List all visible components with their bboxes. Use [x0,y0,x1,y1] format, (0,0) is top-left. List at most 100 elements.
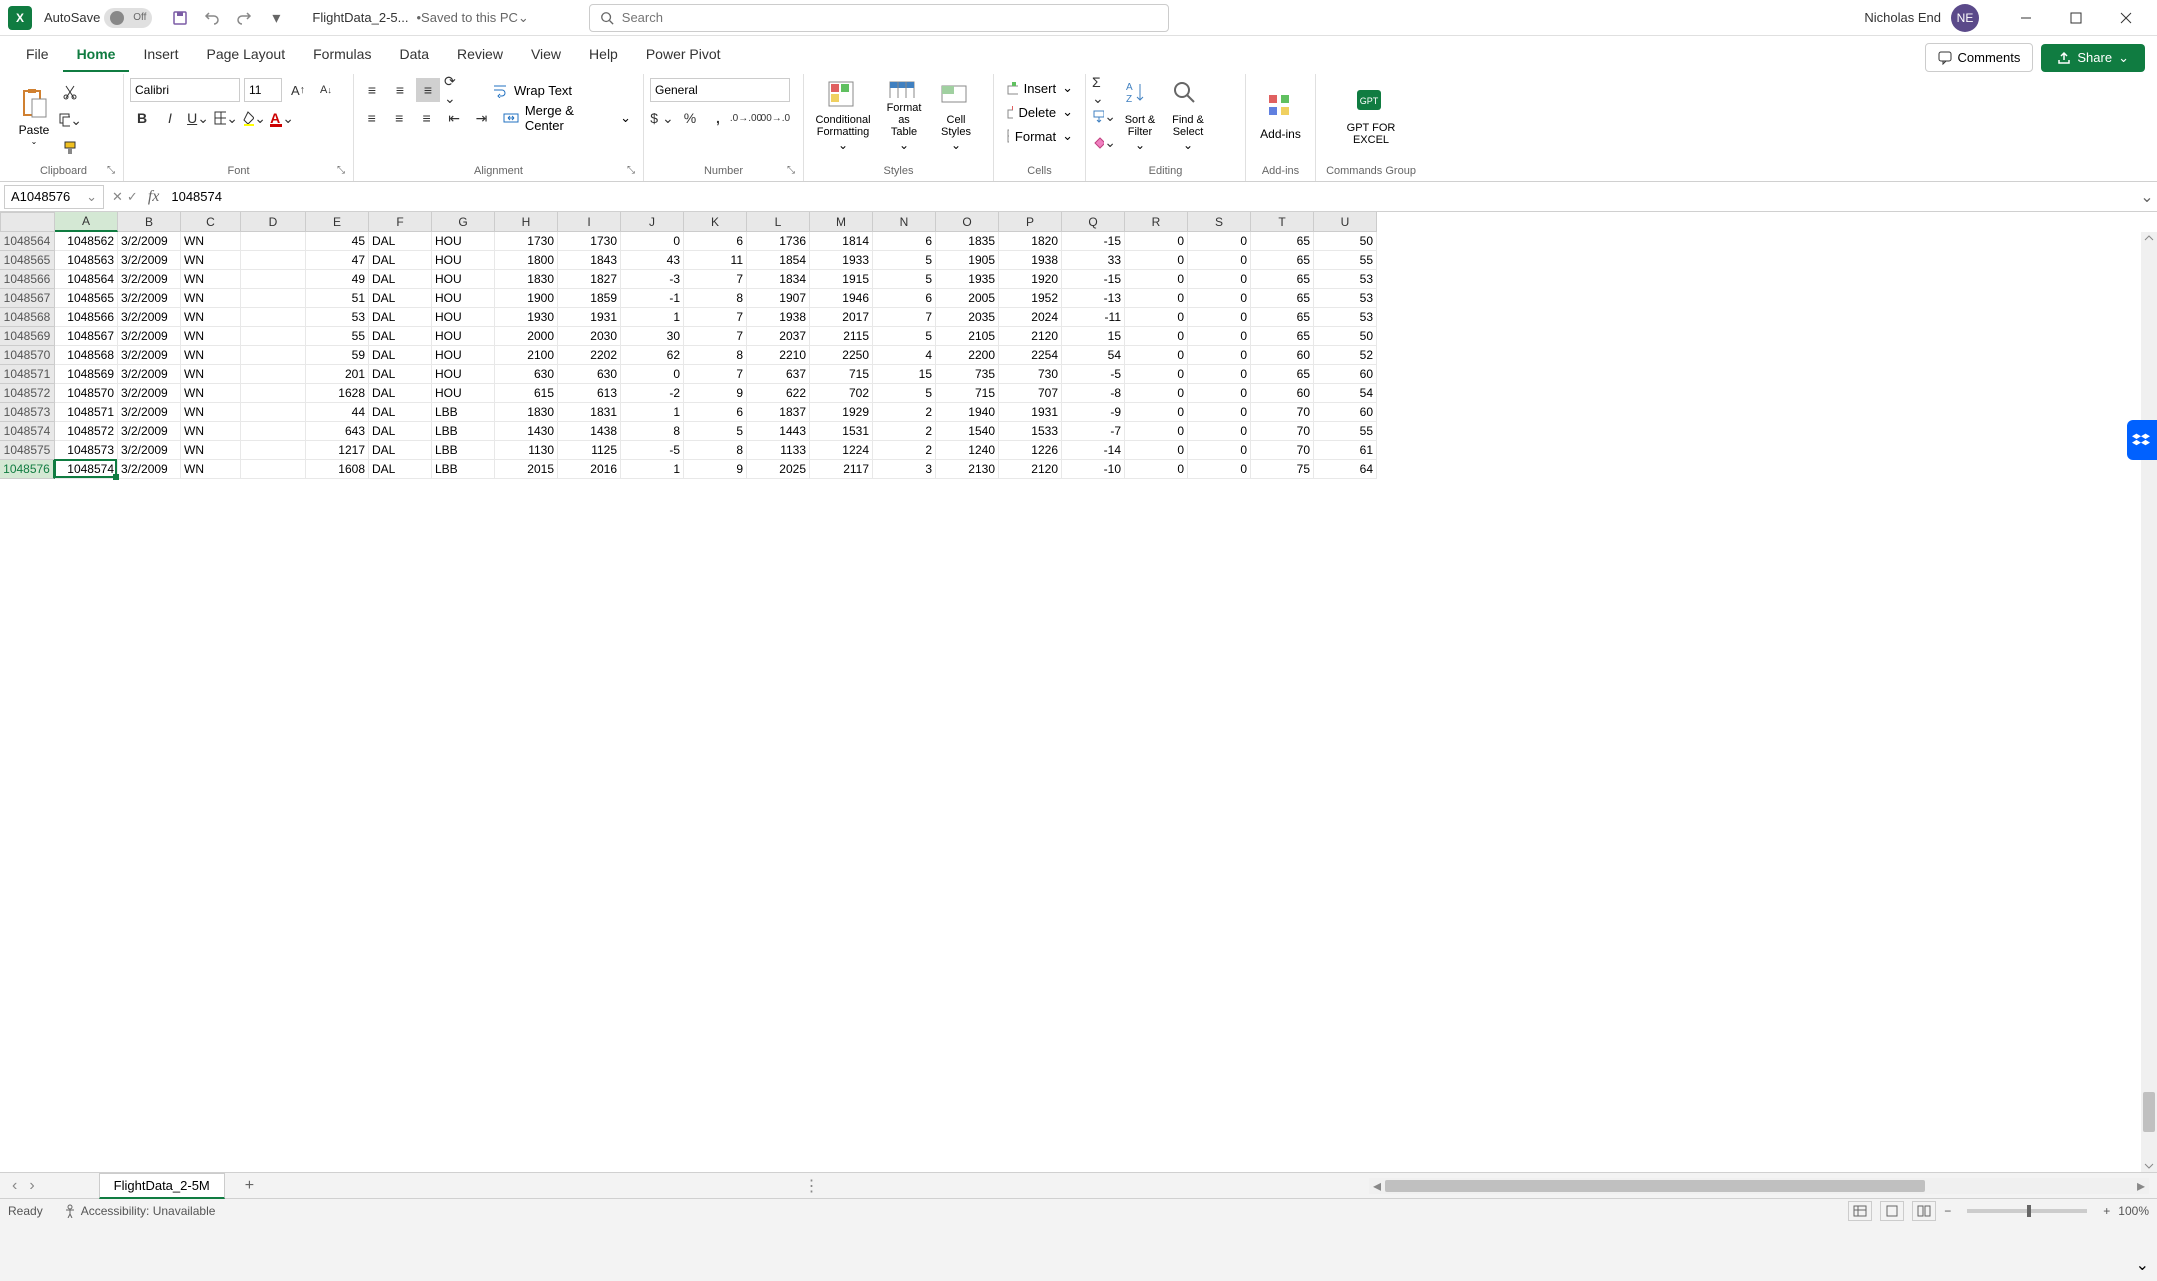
hscroll-right-icon[interactable]: ▸ [2133,1176,2149,1196]
cell[interactable]: 1931 [558,308,621,327]
cell[interactable]: 3/2/2009 [118,422,181,441]
cell[interactable]: 1048563 [55,251,118,270]
cell[interactable]: 1854 [747,251,810,270]
cell[interactable]: WN [181,251,241,270]
font-size-select[interactable] [244,78,282,102]
cell[interactable]: 45 [306,232,369,251]
cell[interactable]: 3/2/2009 [118,327,181,346]
cell[interactable]: 65 [1251,251,1314,270]
cell[interactable]: 1834 [747,270,810,289]
cell[interactable]: 64 [1314,460,1377,479]
autosum-icon[interactable]: Σ ⌄ [1092,78,1116,102]
cell[interactable]: 622 [747,384,810,403]
col-header[interactable]: B [118,212,181,232]
col-header[interactable]: U [1314,212,1377,232]
redo-icon[interactable] [232,6,256,30]
cell[interactable]: 9 [684,460,747,479]
cell[interactable] [241,441,306,460]
cell[interactable]: 0 [1125,441,1188,460]
cell[interactable]: WN [181,270,241,289]
cell[interactable]: 1831 [558,403,621,422]
cell[interactable]: 1931 [999,403,1062,422]
cell[interactable]: 6 [684,403,747,422]
cell[interactable]: 2120 [999,460,1062,479]
percent-icon[interactable]: % [678,106,702,130]
cell[interactable]: 1935 [936,270,999,289]
row-header[interactable]: 1048571 [0,365,55,384]
cell[interactable]: 1217 [306,441,369,460]
cell[interactable]: 51 [306,289,369,308]
formula-confirm-icon[interactable]: ✓ [127,189,138,205]
accessibility-status[interactable]: Accessibility: Unavailable [63,1204,216,1218]
cell[interactable]: 2030 [558,327,621,346]
cell[interactable]: -8 [1062,384,1125,403]
cell[interactable]: 1938 [747,308,810,327]
cell[interactable]: 1736 [747,232,810,251]
align-left-icon[interactable]: ≡ [360,106,383,130]
cell[interactable]: 1125 [558,441,621,460]
cell[interactable]: -1 [621,289,684,308]
cell[interactable]: 1938 [999,251,1062,270]
col-header[interactable]: G [432,212,495,232]
cell[interactable]: -15 [1062,232,1125,251]
cell[interactable]: 0 [1125,327,1188,346]
cell[interactable]: 2250 [810,346,873,365]
copy-icon[interactable]: ⌄ [58,108,82,132]
comma-icon[interactable]: , [706,106,730,130]
share-button[interactable]: Share ⌄ [2041,44,2145,72]
formula-cancel-icon[interactable]: ✕ [112,189,123,205]
cell[interactable] [241,384,306,403]
cell[interactable]: 0 [1125,270,1188,289]
cell[interactable] [241,327,306,346]
align-bottom-icon[interactable]: ≡ [416,78,440,102]
cell[interactable]: 52 [1314,346,1377,365]
cell[interactable]: 0 [1188,441,1251,460]
merge-center-button[interactable]: Merge & Center ⌄ [497,106,637,130]
cell[interactable]: 1835 [936,232,999,251]
scroll-up-icon[interactable] [2141,232,2157,244]
cell[interactable]: 1915 [810,270,873,289]
col-header[interactable]: K [684,212,747,232]
cell[interactable]: DAL [369,270,432,289]
cell[interactable]: 3/2/2009 [118,460,181,479]
cell[interactable]: 0 [1188,232,1251,251]
qat-customize-icon[interactable]: ▾ [264,6,288,30]
clear-icon[interactable]: ⌄ [1092,130,1116,154]
decrease-indent-icon[interactable]: ⇤ [442,106,465,130]
cell[interactable]: 0 [1188,460,1251,479]
cell[interactable]: 0 [1125,289,1188,308]
cell[interactable]: 1130 [495,441,558,460]
cell[interactable]: LBB [432,441,495,460]
cell[interactable]: 7 [684,270,747,289]
cell[interactable]: DAL [369,460,432,479]
cell[interactable] [241,460,306,479]
ribbon-tab-view[interactable]: View [517,38,575,72]
cell[interactable]: 6 [873,289,936,308]
cell[interactable] [241,346,306,365]
col-header[interactable]: T [1251,212,1314,232]
cell[interactable]: 1827 [558,270,621,289]
cell[interactable]: 2035 [936,308,999,327]
wrap-text-button[interactable]: Wrap Text [486,78,578,102]
cell[interactable]: 55 [306,327,369,346]
cell[interactable]: 1859 [558,289,621,308]
cell[interactable] [241,308,306,327]
cell[interactable]: DAL [369,308,432,327]
cell[interactable]: 1531 [810,422,873,441]
cell[interactable]: 3/2/2009 [118,441,181,460]
cell[interactable]: -13 [1062,289,1125,308]
cell[interactable]: DAL [369,384,432,403]
cell[interactable]: WN [181,384,241,403]
cell[interactable]: 2105 [936,327,999,346]
sort-filter-button[interactable]: AZ Sort & Filter ⌄ [1116,76,1164,156]
align-right-icon[interactable]: ≡ [415,106,438,130]
cell[interactable]: WN [181,327,241,346]
cell[interactable]: -5 [1062,365,1125,384]
cell[interactable]: 0 [1188,403,1251,422]
cell[interactable]: 0 [621,232,684,251]
cell[interactable]: 2016 [558,460,621,479]
fx-icon[interactable]: fx [142,188,166,206]
cell[interactable]: 1048564 [55,270,118,289]
cell[interactable]: 201 [306,365,369,384]
ribbon-tab-home[interactable]: Home [63,38,130,72]
